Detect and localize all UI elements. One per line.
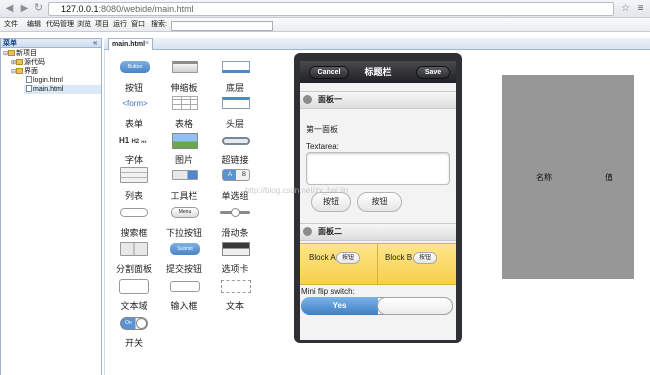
palette-label-input: 输入框 (170, 301, 198, 311)
block-a-button[interactable]: 按钮 (336, 252, 360, 264)
forward-icon[interactable]: ▶ (18, 2, 31, 15)
palette-label-image: 图片 (174, 155, 193, 165)
mobile-button-2[interactable]: 按钮 (357, 192, 402, 212)
url-host: 127.0.0.1 (61, 4, 99, 14)
palette-label-accordion: 伸缩板 (170, 83, 198, 93)
project-tree (0, 48, 102, 375)
folder-icon (16, 68, 24, 74)
editor-tab-strip (104, 38, 650, 50)
folder-icon (8, 50, 16, 56)
block-a-label: Block A (309, 253, 336, 262)
accordion-icon[interactable] (172, 61, 198, 73)
collapse-dot-icon (303, 95, 312, 104)
page-icon (26, 76, 32, 83)
block-b-button[interactable]: 按钮 (413, 252, 437, 264)
palette-label-heading: 字体 (124, 155, 143, 165)
folder-icon (16, 59, 24, 65)
toolbar-icon[interactable] (172, 170, 198, 180)
footer-icon[interactable] (222, 61, 250, 73)
panel-one-text: 第一面板 (306, 125, 338, 134)
flip-switch-on[interactable]: Yes (301, 297, 378, 315)
palette-label-menu-button: 下拉按钮 (165, 228, 202, 238)
tree-item-login-html[interactable]: login.html (26, 76, 63, 85)
link-icon[interactable] (222, 137, 250, 145)
search-label: 搜索: (151, 21, 167, 28)
mobile-title: 标题栏 (364, 67, 392, 77)
mobile-save-button[interactable]: Save (416, 66, 450, 79)
palette-label-textarea: 文本域 (120, 301, 148, 311)
left-panel-title: 菜单 (3, 40, 17, 47)
search-field-icon[interactable] (120, 208, 148, 217)
heading-icon[interactable]: H1 H2 H3 (119, 136, 147, 145)
page-icon (26, 85, 32, 92)
submit-button-icon[interactable]: Submit (170, 243, 200, 255)
left-panel-header: 菜单 « (0, 38, 102, 48)
panel-one-title: 面板一 (318, 95, 342, 104)
gray-box-name: 名称 (536, 173, 552, 182)
mobile-cancel-button[interactable]: Cancel (309, 66, 349, 79)
palette-label-footer: 底层 (225, 83, 244, 93)
back-icon[interactable]: ◀ (3, 2, 16, 15)
gray-table-box[interactable] (502, 75, 634, 279)
menu-code-management[interactable]: 代码管理 (46, 20, 74, 30)
tabs-icon[interactable] (222, 242, 250, 256)
menu-browse[interactable]: 浏览 (77, 20, 91, 30)
address-bar[interactable]: 127.0.0.1:8080/webide/main.html (48, 2, 614, 16)
palette-label-search: 搜索框 (120, 228, 148, 238)
watermark: http://blog.csdn.net/zx_bai.lin (245, 186, 349, 195)
palette-label-split-panel: 分割面板 (115, 264, 152, 274)
textarea-label: Textarea: (306, 142, 339, 151)
grid-icon[interactable] (172, 96, 198, 110)
palette-label-link: 超链接 (221, 155, 249, 165)
close-tab-icon[interactable]: × (145, 38, 149, 49)
flip-switch-label: Mini flip switch: (301, 287, 355, 296)
form-icon[interactable]: <form> (120, 99, 150, 108)
menu-project[interactable]: 项目 (95, 20, 109, 30)
image-icon[interactable] (172, 133, 198, 149)
grid-block (300, 243, 456, 285)
mobile-textarea[interactable] (306, 152, 450, 185)
split-panel-icon[interactable] (120, 242, 148, 256)
palette-label-form: 表单 (124, 119, 143, 129)
settings-icon[interactable]: ≡ (634, 2, 647, 15)
slider-thumb-icon (231, 208, 240, 217)
palette-label-toggle: 开关 (124, 338, 143, 348)
header-icon[interactable] (222, 97, 250, 109)
palette-label-slider: 滑动条 (221, 228, 249, 238)
menu-button-icon[interactable]: Menu (171, 207, 199, 218)
block-b-label: Block B (385, 253, 413, 262)
palette-label-list: 列表 (124, 191, 143, 201)
bookmark-star-icon[interactable]: ☆ (619, 2, 632, 15)
grid-divider (377, 243, 378, 285)
tree-item-main-html[interactable]: main.html (24, 85, 101, 94)
input-icon[interactable] (170, 281, 200, 292)
palette-label-grid: 表格 (174, 119, 193, 129)
mobile-button-1[interactable]: 按钮 (311, 192, 351, 212)
menu-window[interactable]: 窗口 (131, 20, 145, 30)
collapse-icon[interactable]: « (93, 38, 97, 47)
textarea-icon[interactable] (119, 279, 149, 294)
search-input[interactable] (171, 21, 273, 31)
reload-icon[interactable]: ↻ (32, 2, 45, 15)
list-icon[interactable] (120, 167, 148, 183)
flip-switch-handle[interactable] (377, 297, 453, 315)
text-icon[interactable] (221, 280, 251, 293)
panel-two-title: 面板二 (318, 227, 342, 236)
toggle-knob-icon (136, 318, 147, 329)
palette-label-tabs: 选项卡 (221, 264, 249, 274)
menu-run[interactable]: 运行 (113, 20, 127, 30)
palette-label-toolbar: 工具栏 (170, 191, 198, 201)
radio-group-icon[interactable]: AB (222, 169, 250, 181)
menu-edit[interactable]: 编辑 (27, 20, 41, 30)
button-icon[interactable]: Button (120, 61, 150, 73)
menu-file[interactable]: 文件 (4, 20, 18, 30)
palette-label-submit: 提交按钮 (165, 264, 202, 274)
gray-box-value: 值 (605, 173, 613, 182)
palette-label-text: 文本 (225, 301, 244, 311)
palette-label-header: 头层 (225, 119, 244, 129)
collapse-dot-icon (303, 227, 312, 236)
palette-label-button: 按钮 (124, 83, 143, 93)
url-path: :8080/webide/main.html (98, 4, 194, 14)
